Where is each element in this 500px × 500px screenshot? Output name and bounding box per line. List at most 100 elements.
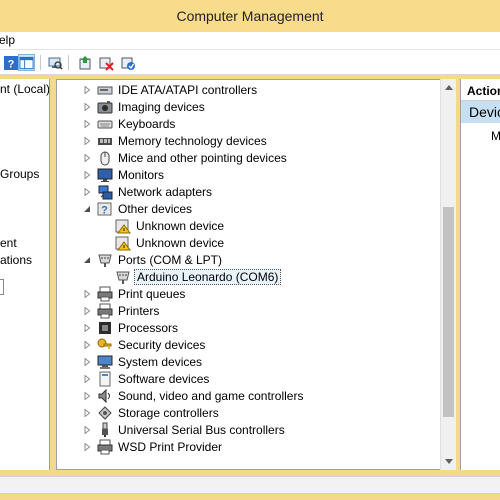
- device-label: Processors: [118, 320, 179, 335]
- port-icon: [97, 252, 113, 268]
- scan-hardware-icon[interactable]: [46, 54, 63, 71]
- help-icon[interactable]: ?: [2, 54, 19, 71]
- unknown-device-icon: ?: [97, 201, 113, 217]
- device-item[interactable]: Arduino Leonardo (COM6): [99, 268, 282, 285]
- device-category[interactable]: Storage controllers: [82, 404, 221, 421]
- device-item[interactable]: Unknown device: [99, 234, 226, 251]
- device-item[interactable]: Unknown device: [99, 217, 226, 234]
- expand-arrow-icon[interactable]: [82, 442, 92, 452]
- storage-icon: [97, 405, 113, 421]
- device-category[interactable]: Network adapters: [82, 183, 214, 200]
- title-bar: Computer Management: [0, 0, 500, 32]
- tree-item-management[interactable]: ent: [0, 236, 17, 250]
- expand-arrow-icon[interactable]: [82, 323, 92, 333]
- tree-item-computer[interactable]: nt (Local): [0, 82, 49, 96]
- vertical-scrollbar[interactable]: [440, 79, 456, 470]
- scroll-up-icon[interactable]: [441, 79, 457, 95]
- device-category[interactable]: WSD Print Provider: [82, 438, 224, 455]
- expand-arrow-icon[interactable]: [82, 425, 92, 435]
- scroll-thumb[interactable]: [443, 207, 454, 417]
- device-category[interactable]: IDE ATA/ATAPI controllers: [82, 81, 259, 98]
- tree-item-applications[interactable]: ations: [0, 253, 32, 267]
- update-driver-icon[interactable]: [76, 54, 93, 71]
- expand-arrow-icon[interactable]: [82, 187, 92, 197]
- mouse-icon: [97, 150, 113, 166]
- device-category[interactable]: Ports (COM & LPT): [82, 251, 224, 268]
- device-label: Monitors: [118, 167, 165, 182]
- monitor-icon: [97, 167, 113, 183]
- device-label: Keyboards: [118, 116, 176, 131]
- device-label: Arduino Leonardo (COM6): [134, 268, 282, 285]
- key-icon: [97, 337, 113, 353]
- actions-pane: Actions Device Manager More Actions: [460, 79, 500, 470]
- scroll-down-icon[interactable]: [441, 454, 457, 470]
- printer-icon: [97, 286, 113, 302]
- expand-arrow-icon[interactable]: [82, 119, 92, 129]
- show-hide-tree-icon[interactable]: [18, 54, 35, 71]
- device-category[interactable]: Monitors: [82, 166, 166, 183]
- speaker-icon: [97, 388, 113, 404]
- device-category[interactable]: Sound, video and game controllers: [82, 387, 305, 404]
- uninstall-icon[interactable]: [97, 54, 114, 71]
- expand-arrow-icon[interactable]: [82, 306, 92, 316]
- device-category[interactable]: Software devices: [82, 370, 211, 387]
- camera-icon: [97, 99, 113, 115]
- tree-item-groups[interactable]: Groups: [0, 167, 39, 181]
- collapse-arrow-icon[interactable]: [82, 204, 92, 214]
- memory-icon: [97, 133, 113, 149]
- expand-arrow-icon[interactable]: [82, 289, 92, 299]
- device-category[interactable]: Memory technology devices: [82, 132, 269, 149]
- menu-help[interactable]: elp: [0, 33, 15, 47]
- printer-icon: [97, 303, 113, 319]
- device-label: Print queues: [118, 286, 186, 301]
- expand-arrow-icon[interactable]: [82, 153, 92, 163]
- status-bar: [0, 470, 500, 500]
- warning-device-icon: [115, 218, 131, 234]
- device-category[interactable]: System devices: [82, 353, 204, 370]
- expand-arrow-icon[interactable]: [82, 136, 92, 146]
- more-actions-link[interactable]: More Actions: [491, 129, 500, 143]
- device-label: Software devices: [118, 371, 210, 386]
- ide-controller-icon: [97, 82, 113, 98]
- device-category[interactable]: Mice and other pointing devices: [82, 149, 289, 166]
- svg-text:?: ?: [101, 204, 108, 216]
- device-category[interactable]: Universal Serial Bus controllers: [82, 421, 287, 438]
- usb-icon: [97, 422, 113, 438]
- expand-arrow-icon[interactable]: [82, 357, 92, 367]
- tree-scroll-box: [0, 279, 4, 295]
- expand-arrow-icon[interactable]: [82, 374, 92, 384]
- processor-icon: [97, 320, 113, 336]
- device-category[interactable]: Security devices: [82, 336, 207, 353]
- device-category[interactable]: Imaging devices: [82, 98, 207, 115]
- device-label: Mice and other pointing devices: [118, 150, 287, 165]
- device-label: Unknown device: [136, 218, 225, 233]
- device-label: Imaging devices: [118, 99, 205, 114]
- computer-icon: [97, 354, 113, 370]
- toolbar: ?: [0, 50, 500, 75]
- device-category[interactable]: Processors: [82, 319, 180, 336]
- device-label: Memory technology devices: [118, 133, 267, 148]
- device-label: IDE ATA/ATAPI controllers: [118, 82, 258, 97]
- collapse-arrow-icon[interactable]: [82, 255, 92, 265]
- expand-arrow-icon[interactable]: [82, 102, 92, 112]
- network-icon: [97, 184, 113, 200]
- expand-arrow-icon[interactable]: [82, 170, 92, 180]
- keyboard-icon: [97, 116, 113, 132]
- expand-arrow-icon[interactable]: [82, 85, 92, 95]
- actions-section-device-manager[interactable]: Device Manager: [461, 101, 500, 123]
- expand-arrow-icon[interactable]: [82, 340, 92, 350]
- device-category[interactable]: Printers: [82, 302, 161, 319]
- port-icon: [115, 269, 131, 285]
- expand-arrow-icon[interactable]: [82, 408, 92, 418]
- device-category[interactable]: Keyboards: [82, 115, 177, 132]
- device-category[interactable]: Print queues: [82, 285, 187, 302]
- enable-device-icon[interactable]: [119, 54, 136, 71]
- status-bar-inner: [0, 476, 500, 494]
- device-label: Other devices: [118, 201, 193, 216]
- expand-arrow-icon[interactable]: [82, 391, 92, 401]
- device-label: WSD Print Provider: [118, 439, 223, 454]
- device-label: Ports (COM & LPT): [118, 252, 223, 267]
- device-category[interactable]: ? Other devices: [82, 200, 194, 217]
- console-tree-panel: nt (Local) Groups ent ations: [0, 79, 50, 470]
- device-tree-panel: IDE ATA/ATAPI controllers Imaging devices…: [56, 79, 456, 470]
